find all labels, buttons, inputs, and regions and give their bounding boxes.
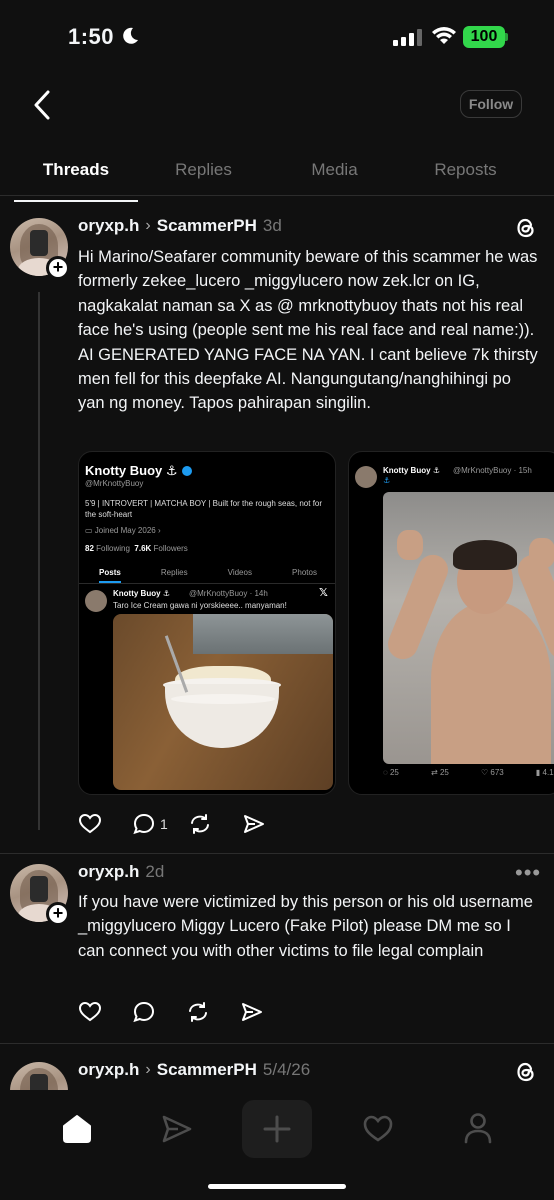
follow-plus-icon[interactable]: + bbox=[46, 902, 70, 926]
x-logo-icon: 𝕏 bbox=[319, 587, 328, 599]
post-username[interactable]: oryxp.h bbox=[78, 1060, 139, 1080]
shot2-avatar bbox=[355, 466, 377, 488]
shot-profile-name: Knotty Buoy ⚓ bbox=[85, 462, 192, 480]
tab-threads[interactable]: Threads bbox=[14, 150, 138, 202]
post-divider bbox=[0, 1043, 554, 1044]
battery-tip bbox=[505, 33, 508, 41]
shot-tweet-avatar bbox=[85, 590, 107, 612]
reply-to-username[interactable]: ScammerPH bbox=[157, 216, 257, 236]
post-time: 3d bbox=[262, 216, 282, 235]
comment-count: 1 bbox=[160, 816, 168, 832]
more-options-icon[interactable]: ••• bbox=[515, 860, 541, 886]
post-username[interactable]: oryxp.h bbox=[78, 216, 139, 236]
shot2-likes: ♡ 673 bbox=[480, 768, 504, 777]
shot-joined-date: ▭ Joined May 2026 › bbox=[85, 526, 161, 535]
threads-logo-icon[interactable] bbox=[514, 1060, 538, 1084]
post-header: oryxp.h › ScammerPH 3d bbox=[78, 216, 282, 236]
post-time: 5/4/26 bbox=[262, 1060, 311, 1079]
battery-indicator: 100 bbox=[463, 26, 505, 48]
post-actions: 1 bbox=[78, 812, 266, 836]
shot-tweet-name: Knotty Buoy ⚓ bbox=[113, 589, 170, 598]
profile-icon[interactable] bbox=[461, 1110, 495, 1146]
tab-replies[interactable]: Replies bbox=[138, 150, 269, 195]
reply-to-username[interactable]: ScammerPH bbox=[157, 1060, 257, 1080]
shot2-handle: @MrKnottyBuoy · 15h bbox=[453, 466, 532, 475]
post-actions bbox=[78, 1000, 264, 1024]
shot2-views: ▮ 4.1K bbox=[535, 768, 554, 777]
like-heart-icon[interactable] bbox=[78, 1000, 102, 1024]
wifi-icon bbox=[432, 27, 456, 44]
comment-action[interactable]: 1 bbox=[132, 812, 168, 836]
home-icon[interactable] bbox=[60, 1112, 94, 1146]
shot-tweet-text: Taro Ice Cream gawa ni yorskieeee.. many… bbox=[113, 601, 287, 610]
tab-media[interactable]: Media bbox=[269, 150, 400, 195]
share-send-icon[interactable] bbox=[242, 812, 266, 836]
back-arrow-icon[interactable] bbox=[28, 88, 60, 122]
shot2-replies: ◌ 25 bbox=[383, 768, 399, 777]
plus-icon bbox=[263, 1115, 291, 1143]
status-time: 1:50 bbox=[68, 24, 115, 49]
send-nav-icon[interactable] bbox=[160, 1112, 194, 1146]
comment-bubble-icon[interactable] bbox=[132, 1000, 156, 1024]
shirtless-man-photo bbox=[383, 492, 554, 764]
comment-bubble-icon[interactable] bbox=[132, 812, 156, 836]
post-image-tweet-screenshot[interactable]: Knotty Buoy ⚓ @MrKnottyBuoy · 15h ⚓ ◌ 25… bbox=[348, 451, 554, 795]
calendar-icon: ▭ bbox=[85, 526, 93, 535]
follow-plus-icon[interactable]: + bbox=[46, 256, 70, 280]
chevron-right-icon: › bbox=[145, 217, 151, 234]
shot2-tweet-actions: ◌ 25 ⇄ 25 ♡ 673 ▮ 4.1K bbox=[383, 768, 554, 777]
cellular-signal-icon bbox=[393, 28, 422, 46]
shot-profile-tabs: Posts Replies Videos Photos bbox=[79, 562, 335, 584]
shot-tweet-handle: @MrKnottyBuoy · 14h bbox=[189, 589, 268, 598]
post-image-profile-screenshot[interactable]: Knotty Buoy ⚓ @MrKnottyBuoy 5'9 | INTROV… bbox=[78, 451, 336, 795]
verified-badge-icon bbox=[182, 465, 192, 476]
shot2-reposts: ⇄ 25 bbox=[431, 768, 449, 777]
repost-icon[interactable] bbox=[188, 812, 212, 836]
shot-follow-counts: 82 Following 7.6K Followers bbox=[85, 544, 188, 553]
follow-button[interactable]: Follow bbox=[460, 90, 522, 118]
home-indicator[interactable] bbox=[208, 1184, 346, 1189]
post-username[interactable]: oryxp.h bbox=[78, 862, 139, 882]
shot-profile-handle: @MrKnottyBuoy bbox=[85, 479, 144, 488]
post-divider bbox=[0, 853, 554, 854]
repost-icon[interactable] bbox=[186, 1000, 210, 1024]
moon-icon bbox=[123, 27, 138, 44]
thread-connector-line bbox=[38, 292, 40, 830]
post-header: oryxp.h 2d bbox=[78, 862, 164, 882]
shot2-anchor-icon: ⚓ bbox=[383, 476, 391, 485]
threads-logo-icon[interactable] bbox=[514, 216, 538, 240]
activity-heart-icon[interactable] bbox=[361, 1112, 395, 1146]
ice-cream-photo bbox=[113, 614, 333, 790]
shot2-name: Knotty Buoy ⚓ bbox=[383, 466, 440, 475]
chevron-right-icon: › bbox=[145, 1061, 151, 1078]
profile-tabs: Threads Replies Media Reposts bbox=[0, 150, 554, 202]
share-send-icon[interactable] bbox=[240, 1000, 264, 1024]
tab-reposts[interactable]: Reposts bbox=[400, 150, 531, 195]
post-body: Hi Marino/Seafarer community beware of t… bbox=[78, 248, 538, 413]
post-body: If you have were victimized by this pers… bbox=[78, 893, 533, 960]
like-heart-icon[interactable] bbox=[78, 812, 102, 836]
post-header: oryxp.h › ScammerPH 5/4/26 bbox=[78, 1060, 310, 1080]
post-time: 2d bbox=[145, 862, 165, 881]
shot-profile-bio: 5'9 | INTROVERT | MATCHA BOY | Built for… bbox=[85, 499, 323, 519]
